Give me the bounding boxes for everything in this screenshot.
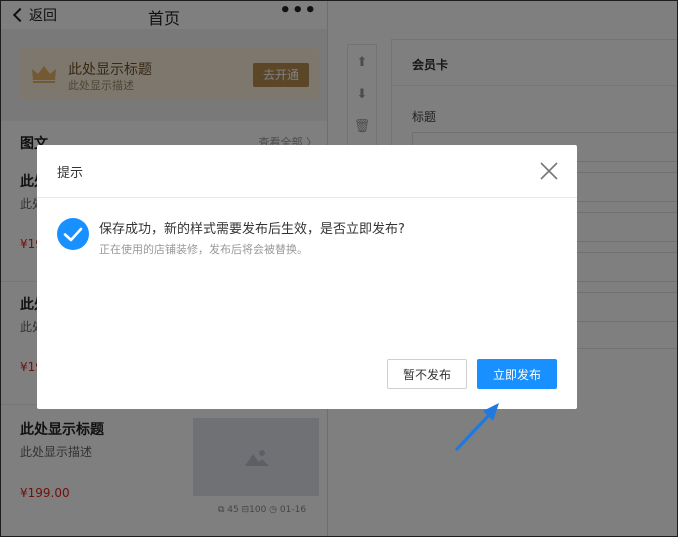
dialog-sub-message: 正在使用的店铺装修，发布后将会被替换。 <box>99 243 308 256</box>
publish-now-button[interactable]: 立即发布 <box>477 359 557 389</box>
dialog-title: 提示 <box>57 166 84 181</box>
dialog-message: 保存成功，新的样式需要发布后生效，是否立即发布? <box>99 222 405 237</box>
pointer-arrow-icon <box>455 403 499 451</box>
app-frame: 返回 首页 ••• 此处显示标题 此处显示描述 去开通 图文 查看全部 〉 此处… <box>0 0 678 537</box>
dialog-divider <box>37 197 577 198</box>
close-icon[interactable] <box>539 161 559 181</box>
publish-dialog: 提示 保存成功，新的样式需要发布后生效，是否立即发布? 正在使用的店铺装修，发布… <box>37 145 577 409</box>
cancel-button[interactable]: 暂不发布 <box>387 359 467 389</box>
success-check-icon <box>57 218 89 250</box>
